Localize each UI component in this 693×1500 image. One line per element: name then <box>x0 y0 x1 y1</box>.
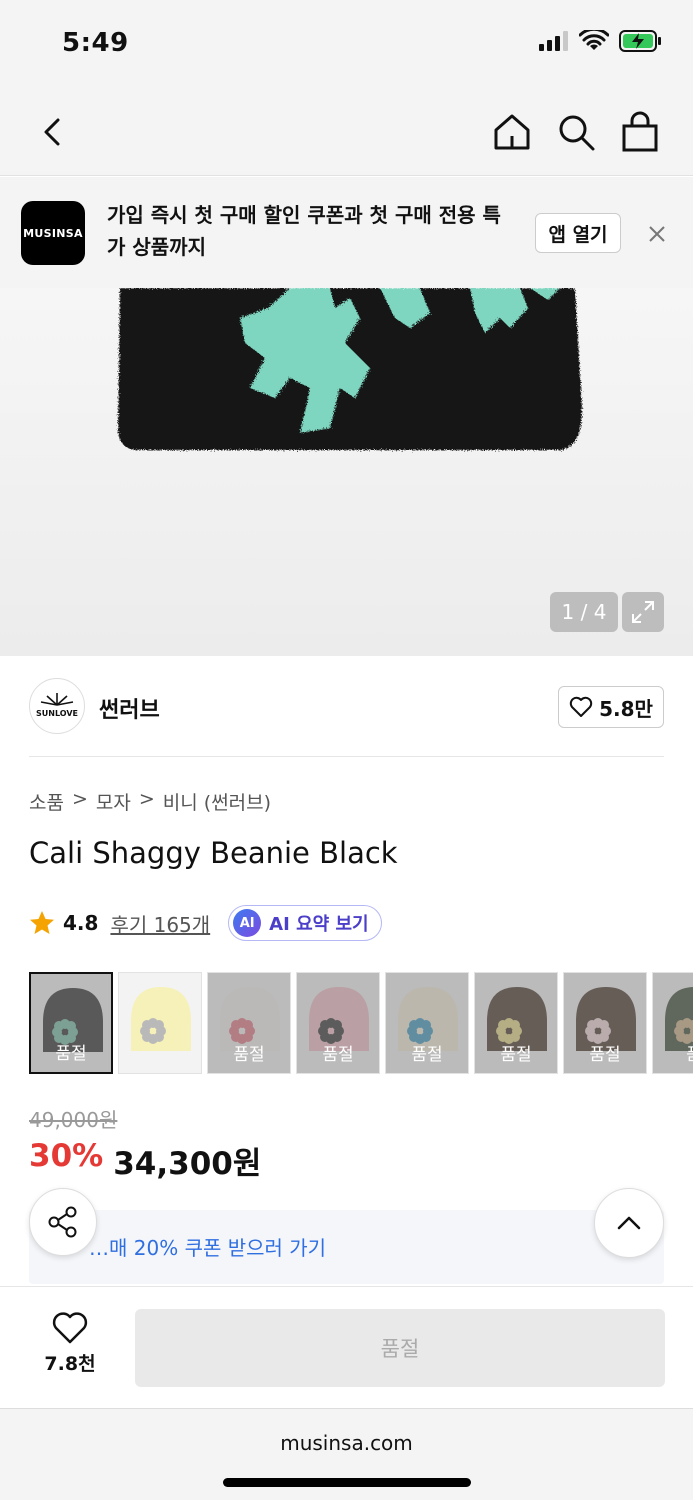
color-swatch[interactable] <box>118 972 202 1074</box>
signal-icon <box>539 31 568 51</box>
original-price: 49,000원 <box>29 1108 118 1132</box>
wishlist-button[interactable]: 7.8천 <box>30 1311 110 1376</box>
scroll-top-button[interactable] <box>594 1188 664 1258</box>
wishlist-count: 7.8천 <box>44 1353 96 1375</box>
breadcrumb: 소품 > 모자 > 비니 (썬러브) <box>29 788 271 815</box>
color-swatch-list: 품절 품절 품절 품절 품절 품절 품 <box>29 972 693 1074</box>
expand-icon <box>632 601 654 623</box>
color-swatch[interactable]: 품절 <box>29 972 113 1074</box>
nav-bar <box>0 88 693 176</box>
ai-summary-button[interactable]: AI AI 요약 보기 <box>228 905 382 941</box>
chevron-up-icon <box>617 1216 641 1230</box>
app-download-banner: MUSINSA 가입 즉시 첫 구매 할인 쿠폰과 첫 구매 전용 특가 상품까… <box>0 177 693 288</box>
price-row: 30% 34,300원 <box>29 1138 261 1183</box>
sold-out-label: 품절 <box>411 1045 443 1065</box>
color-swatch[interactable]: 품절 <box>474 972 558 1074</box>
sold-out-label: 품절 <box>500 1045 532 1065</box>
color-swatch[interactable]: 품절 <box>563 972 647 1074</box>
brand-like-button[interactable]: 5.8만 <box>558 686 664 728</box>
svg-text:SUNLOVE: SUNLOVE <box>36 709 78 718</box>
breadcrumb-item[interactable]: 비니 (썬러브) <box>163 788 271 815</box>
sold-out-label: 품 <box>653 1040 693 1065</box>
heart-icon <box>569 696 593 717</box>
rating-value: 4.8 <box>63 911 99 935</box>
image-counter: 1 / 4 <box>550 592 618 632</box>
color-swatch[interactable]: 품절 <box>296 972 380 1074</box>
ai-summary-label: AI 요약 보기 <box>269 914 369 935</box>
status-bar: 5:49 <box>0 0 693 88</box>
brand-logo[interactable]: SUNLOVE <box>29 678 85 734</box>
open-app-button[interactable]: 앱 열기 <box>535 213 621 253</box>
browser-url-bar: musinsa.com <box>0 1408 693 1500</box>
color-swatch[interactable]: 품절 <box>385 972 469 1074</box>
sold-out-button: 품절 <box>135 1309 665 1387</box>
breadcrumb-item[interactable]: 소품 <box>29 788 64 815</box>
breadcrumb-item[interactable]: 모자 <box>96 788 131 815</box>
share-icon <box>48 1206 77 1238</box>
sold-out-label: 품절 <box>55 1044 87 1064</box>
status-icons <box>539 30 663 52</box>
product-image-carousel[interactable]: 1 / 4 <box>0 288 693 656</box>
breadcrumb-separator: > <box>138 788 155 810</box>
shopping-bag-icon[interactable] <box>618 110 662 154</box>
banner-text: 가입 즉시 첫 구매 할인 쿠폰과 첫 구매 전용 특가 상품까지 <box>107 203 501 259</box>
review-link[interactable]: 후기 165개 <box>110 909 210 938</box>
sold-out-label: 품절 <box>589 1045 621 1065</box>
brand-name[interactable]: 썬러브 <box>99 692 160 724</box>
home-indicator <box>223 1478 471 1487</box>
color-swatch[interactable]: 품 <box>652 972 693 1074</box>
musinsa-logo: MUSINSA <box>21 201 85 265</box>
coupon-banner[interactable]: …매 20% 쿠폰 받으러 가기 <box>29 1210 664 1284</box>
star-icon <box>30 911 54 934</box>
back-arrow-icon[interactable] <box>32 110 76 154</box>
final-price: 34,300원 <box>113 1146 262 1182</box>
product-title: Cali Shaggy Beanie Black <box>29 836 398 870</box>
search-icon[interactable] <box>554 110 598 154</box>
ai-badge: AI <box>233 909 262 937</box>
coupon-text: …매 20% 쿠폰 받으러 가기 <box>89 1236 327 1260</box>
bottom-purchase-bar: 7.8천 품절 <box>0 1286 693 1408</box>
breadcrumb-separator: > <box>71 788 88 810</box>
share-button[interactable] <box>29 1188 97 1256</box>
expand-button[interactable] <box>622 592 664 632</box>
color-swatch[interactable]: 품절 <box>207 972 291 1074</box>
beanie-thumbnail <box>131 987 191 1051</box>
brand-like-count: 5.8만 <box>599 696 653 721</box>
url-text[interactable]: musinsa.com <box>0 1431 693 1455</box>
sunlove-logo-icon: SUNLOVE <box>36 693 78 718</box>
status-time: 5:49 <box>62 28 129 58</box>
divider <box>29 756 664 757</box>
rating-row: 4.8 후기 165개 AI AI 요약 보기 <box>29 904 382 942</box>
close-icon[interactable] <box>640 217 674 251</box>
home-icon[interactable] <box>490 110 534 154</box>
heart-icon <box>52 1312 88 1344</box>
battery-charging-icon <box>619 30 661 52</box>
wifi-icon <box>579 30 609 50</box>
discount-rate: 30% <box>29 1138 104 1174</box>
sold-out-label: 품절 <box>322 1045 354 1065</box>
brand-row: SUNLOVE 썬러브 5.8만 <box>0 656 693 757</box>
sold-out-label: 품절 <box>233 1045 265 1065</box>
